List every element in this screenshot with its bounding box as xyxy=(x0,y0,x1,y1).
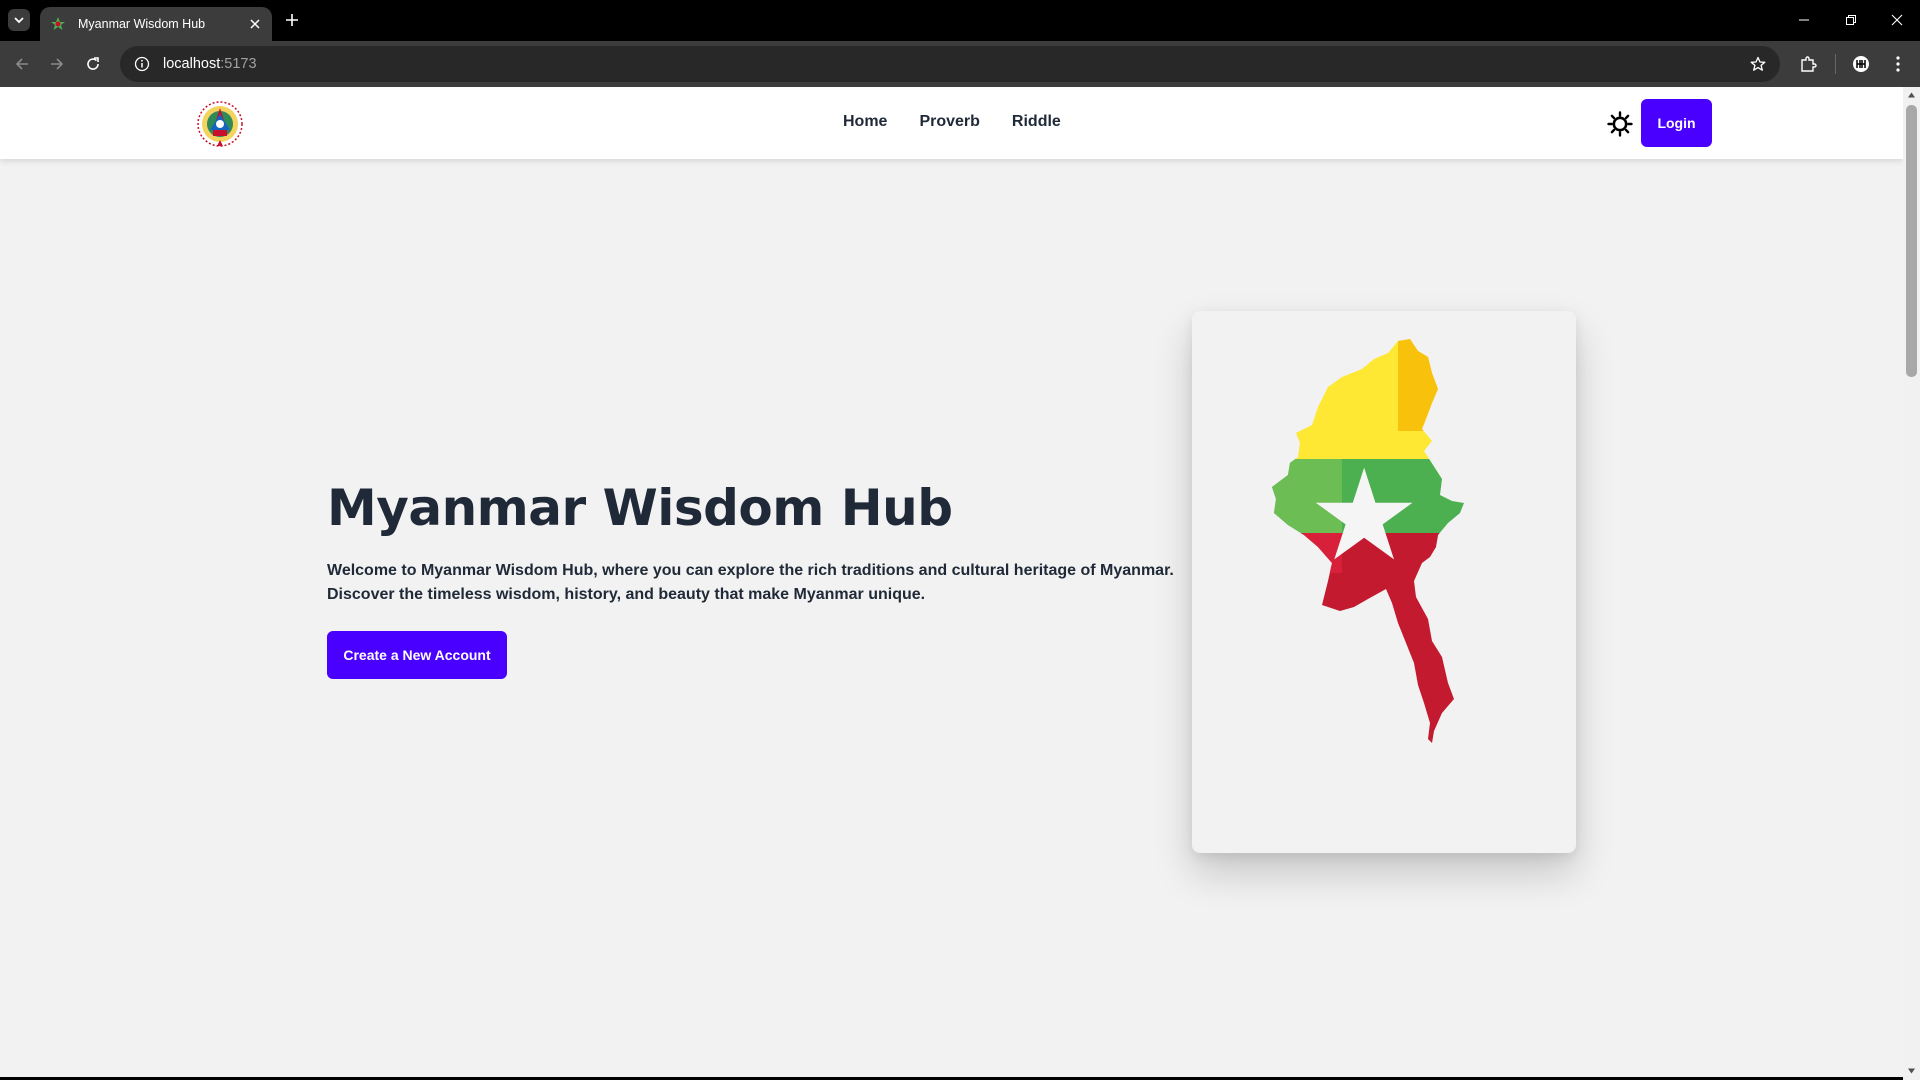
url-port: :5173 xyxy=(220,56,257,72)
close-icon xyxy=(250,19,260,29)
browser-tab-strip: Myanmar Wisdom Hub xyxy=(0,0,1920,41)
create-account-button[interactable]: Create a New Account xyxy=(327,631,507,679)
reload-button[interactable] xyxy=(81,52,105,76)
url-host: localhost xyxy=(163,56,221,72)
nav-link-home[interactable]: Home xyxy=(843,113,887,131)
minimize-button[interactable] xyxy=(1789,8,1819,32)
close-window-button[interactable] xyxy=(1882,8,1912,32)
page-scrollbar[interactable] xyxy=(1903,87,1920,1080)
minimize-icon xyxy=(1799,19,1809,21)
profile-avatar-icon xyxy=(1853,56,1869,72)
reload-icon xyxy=(87,57,99,70)
more-vertical-icon xyxy=(1896,56,1900,72)
forward-button[interactable] xyxy=(45,52,69,76)
theme-toggle-button[interactable] xyxy=(1606,110,1634,138)
arrow-right-icon xyxy=(51,58,64,70)
login-button[interactable]: Login xyxy=(1641,99,1712,147)
restore-button[interactable] xyxy=(1836,8,1866,32)
tab-search-button[interactable] xyxy=(8,9,30,31)
site-navbar: Home Proverb Riddle Login xyxy=(0,87,1903,159)
browser-tab[interactable]: Myanmar Wisdom Hub xyxy=(40,7,272,41)
nav-link-riddle[interactable]: Riddle xyxy=(1012,113,1061,131)
nav-link-proverb[interactable]: Proverb xyxy=(919,113,979,131)
browser-toolbar: localhost:5173 xyxy=(0,41,1920,87)
new-tab-button[interactable] xyxy=(282,10,302,30)
tab-title: Myanmar Wisdom Hub xyxy=(78,17,206,31)
plus-icon xyxy=(286,14,298,26)
myanmar-flag-map-image xyxy=(1272,339,1464,743)
extensions-button[interactable] xyxy=(1796,52,1820,76)
browser-menu-button[interactable] xyxy=(1886,52,1910,76)
puzzle-icon xyxy=(1801,56,1817,72)
tab-close-button[interactable] xyxy=(246,15,264,33)
main-nav: Home Proverb Riddle xyxy=(843,113,1061,131)
hero-title: Myanmar Wisdom Hub xyxy=(327,479,953,537)
scrollbar-thumb[interactable] xyxy=(1906,105,1917,377)
hero-description: Welcome to Myanmar Wisdom Hub, where you… xyxy=(327,562,1174,603)
info-icon xyxy=(134,56,150,72)
site-info-button[interactable] xyxy=(132,54,152,74)
page-viewport: Home Proverb Riddle Login Myanmar Wisdom… xyxy=(0,87,1920,1080)
profile-button[interactable] xyxy=(1849,52,1873,76)
arrow-left-icon xyxy=(15,58,28,70)
address-bar[interactable]: localhost:5173 xyxy=(120,46,1780,82)
site-favicon-icon xyxy=(51,17,65,30)
scroll-down-arrow-icon[interactable] xyxy=(1907,1066,1916,1075)
back-button[interactable] xyxy=(10,52,34,76)
chevron-down-icon xyxy=(14,17,24,24)
scroll-up-arrow-icon[interactable] xyxy=(1907,91,1916,100)
restore-icon xyxy=(1846,15,1856,25)
bookmark-button[interactable] xyxy=(1748,54,1768,74)
close-icon xyxy=(1891,14,1903,26)
sun-icon xyxy=(1607,111,1633,137)
star-icon xyxy=(1750,56,1766,71)
toolbar-separator xyxy=(1835,54,1836,74)
hero-image-card xyxy=(1192,311,1576,853)
site-logo[interactable] xyxy=(194,100,246,148)
